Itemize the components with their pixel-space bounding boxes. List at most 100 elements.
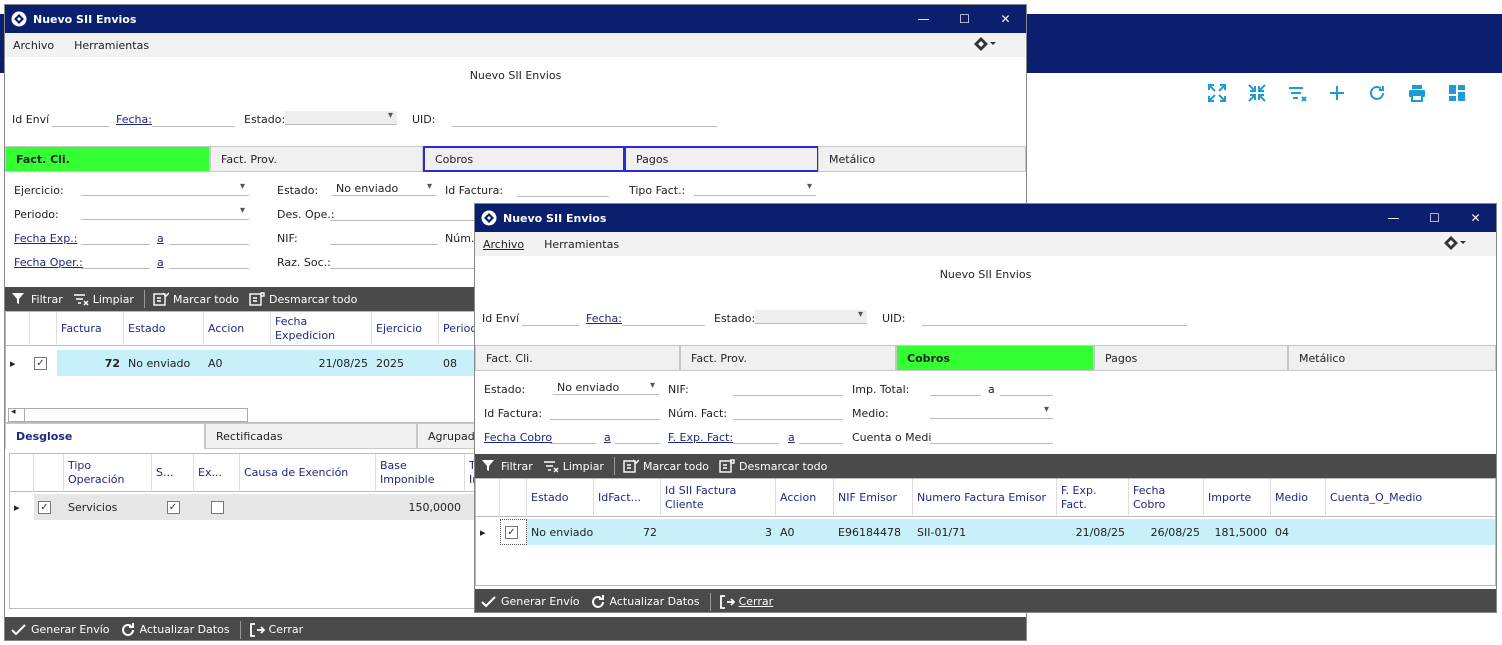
id-factura-field[interactable] [550,406,660,420]
col-id-sii[interactable]: Id SII Factura Cliente [661,479,776,517]
col-f-exp-fact[interactable]: F. Exp. Fact. [1057,479,1129,517]
col-estado[interactable]: Estado [527,479,594,517]
add-icon[interactable] [1326,82,1348,104]
ejercicio-select[interactable] [81,181,249,196]
cell-sujeta[interactable]: ✓ [152,494,194,520]
tab-fact-prov[interactable]: Fact. Prov. [210,146,423,172]
fecha-label[interactable]: Fecha: [586,312,622,325]
fecha-exp-label[interactable]: Fecha Exp.: [14,232,77,245]
row-checkbox[interactable]: ✓ [500,519,527,545]
title-bar[interactable]: Nuevo SII Envios — ☐ ✕ [5,5,1026,33]
col-causa-exencion[interactable]: Causa de Exención [240,454,376,492]
fecha-cobro-to[interactable] [615,430,660,444]
des-ope-field[interactable] [330,207,480,221]
desmarcar-todo-button[interactable]: Desmarcar todo [249,292,357,306]
col-sujeta[interactable]: S... [152,454,194,492]
row-checkbox[interactable]: ✓ [34,494,64,520]
cuenta-field[interactable] [930,430,1053,444]
col-factura[interactable]: Factura [57,312,124,346]
cell-exenta[interactable] [194,494,240,520]
fecha-exp-to[interactable] [169,231,249,245]
col-cuenta-o-medio[interactable]: Cuenta_O_Medio [1326,479,1496,517]
layout-icon[interactable] [1446,82,1468,104]
periodo-select[interactable] [81,205,249,220]
minimize-icon[interactable]: — [903,5,944,33]
fecha-exp-to-label[interactable]: a [157,232,164,245]
tab-rectificadas[interactable]: Rectificadas [205,423,417,449]
fecha-oper-label[interactable]: Fecha Oper.: [14,256,83,269]
col-periodo[interactable]: Perioc [439,312,479,346]
uid-field[interactable] [922,312,1187,326]
table-row[interactable]: ▸ ✓ 72 No enviado A0 21/08/25 2025 08 [6,350,474,376]
id-envio-field[interactable] [52,113,109,127]
tab-fact-prov[interactable]: Fact. Prov. [680,345,896,371]
col-fecha-expedicion[interactable]: Fecha Expedicion [271,312,372,346]
estado-select[interactable] [755,309,867,324]
tab-fact-cli[interactable]: Fact. Cli. [5,146,210,172]
limpiar-button[interactable]: Limpiar [543,459,604,473]
col-fecha-cobro[interactable]: Fecha Cobro [1129,479,1204,517]
marcar-todo-button[interactable]: Marcar todo [153,292,239,306]
id-factura-field[interactable] [517,183,609,197]
minimize-icon[interactable]: — [1373,204,1414,232]
col-accion[interactable]: Accion [776,479,834,517]
generar-envio-button[interactable]: Generar Envío [11,623,110,637]
f-exp-fact-to-label[interactable]: a [788,431,795,444]
col-tipo-operacion[interactable]: Tipo Operación [64,454,152,492]
row-expand-icon[interactable]: ▸ [10,494,34,520]
col-estado[interactable]: Estado [124,312,204,346]
settings-dropdown-icon[interactable] [1444,236,1466,253]
settings-dropdown-icon[interactable] [974,37,996,54]
table-row[interactable]: ▸ ✓ No enviado 72 3 A0 E96184478 SII-01/… [476,519,1495,545]
refresh-icon[interactable] [1366,82,1388,104]
tab-cobros[interactable]: Cobros [423,146,625,172]
row-expand-icon[interactable]: ▸ [6,350,30,376]
table-row[interactable]: ▸ ✓ Servicios ✓ 150,0000 [10,494,476,520]
col-base-imponible[interactable]: Base Imponible [376,454,465,492]
fecha-field[interactable] [622,312,705,326]
tipo-fact-select[interactable] [694,181,816,196]
cerrar-button[interactable]: Cerrar [719,594,773,610]
fecha-field[interactable] [152,113,235,127]
fecha-exp-from[interactable] [81,231,150,245]
fecha-label[interactable]: Fecha: [116,113,152,126]
f-exp-fact-label[interactable]: F. Exp. Fact: [668,431,733,444]
col-importe[interactable]: Importe [1204,479,1271,517]
imp-total-from[interactable] [930,382,981,396]
fecha-oper-from[interactable] [81,255,150,269]
actualizar-datos-button[interactable]: Actualizar Datos [590,594,700,610]
imp-total-to[interactable] [1000,382,1053,396]
clear-filter-icon[interactable] [1286,82,1308,104]
estado-select[interactable] [285,110,397,125]
limpiar-button[interactable]: Limpiar [73,292,134,306]
row-checkbox[interactable]: ✓ [30,350,57,376]
f-exp-fact-to[interactable] [799,430,843,444]
f-exp-fact-from[interactable] [733,430,779,444]
num-fact-field[interactable] [733,406,843,420]
id-envio-field[interactable] [522,312,579,326]
menu-herramientas[interactable]: Herramientas [74,39,149,52]
print-icon[interactable] [1406,82,1428,104]
medio-select[interactable] [930,404,1053,419]
fecha-cobro-to-label[interactable]: a [604,431,611,444]
tab-fact-cli[interactable]: Fact. Cli. [475,345,680,371]
actualizar-datos-button[interactable]: Actualizar Datos [120,622,230,638]
col-ejercicio[interactable]: Ejercicio [372,312,439,346]
menu-herramientas[interactable]: Herramientas [544,238,619,251]
col-medio[interactable]: Medio [1271,479,1326,517]
estado-form-select[interactable]: No enviado [332,181,436,196]
title-bar[interactable]: Nuevo SII Envios — ☐ ✕ [475,204,1496,232]
tab-metalico[interactable]: Metálico [1288,345,1496,371]
menu-archivo[interactable]: Archivo [13,39,54,52]
cerrar-button[interactable]: Cerrar [249,622,303,638]
filtrar-button[interactable]: Filtrar [11,292,63,306]
nif-field[interactable] [330,231,438,245]
fecha-oper-to[interactable] [169,255,249,269]
tab-desglose[interactable]: Desglose [5,423,205,449]
uid-field[interactable] [452,113,717,127]
nif-field[interactable] [733,382,843,396]
row-expand-icon[interactable]: ▸ [476,519,500,545]
scroll-left-icon[interactable]: ◂ [11,407,16,417]
tab-cobros[interactable]: Cobros [896,345,1094,371]
tab-metalico[interactable]: Metálico [818,146,1026,172]
